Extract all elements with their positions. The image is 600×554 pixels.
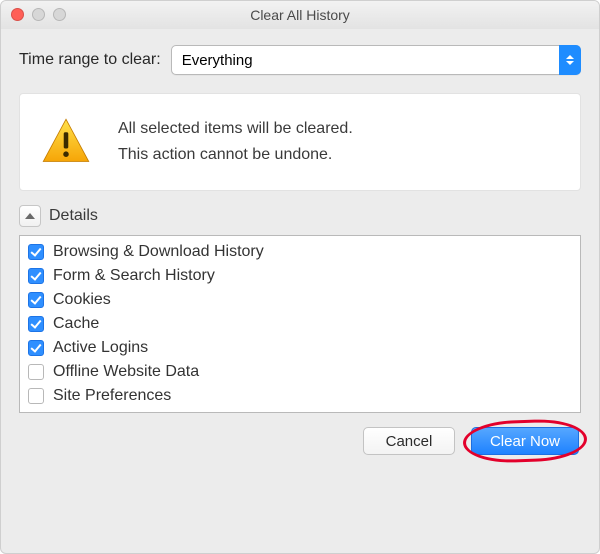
close-icon[interactable] [11,8,24,21]
select-stepper-icon[interactable] [559,45,581,75]
maximize-icon[interactable] [53,8,66,21]
checkbox[interactable] [28,292,44,308]
list-item: Browsing & Download History [28,240,572,264]
chevron-down-icon [566,61,574,65]
warning-panel: All selected items will be cleared. This… [19,93,581,191]
warning-text: All selected items will be cleared. This… [118,116,353,167]
time-range-label: Time range to clear: [19,51,161,69]
time-range-select[interactable]: Everything [171,45,581,75]
details-toggle[interactable] [19,205,41,227]
list-item-label: Form & Search History [53,267,215,285]
list-item: Cookies [28,288,572,312]
list-item: Active Logins [28,336,572,360]
list-item: Offline Website Data [28,360,572,384]
list-item-label: Cache [53,315,99,333]
time-range-value[interactable]: Everything [171,45,581,75]
checkbox[interactable] [28,340,44,356]
clear-now-button[interactable]: Clear Now [471,427,579,455]
list-item: Form & Search History [28,264,572,288]
list-item: Cache [28,312,572,336]
details-header: Details [19,205,581,227]
cancel-button[interactable]: Cancel [363,427,455,455]
window-title: Clear All History [1,1,599,29]
window-controls [11,8,66,21]
warning-icon [40,116,92,168]
list-item-label: Active Logins [53,339,148,357]
checkbox[interactable] [28,388,44,404]
list-item: Site Preferences [28,384,572,408]
chevron-up-icon [25,213,35,219]
warning-line-1: All selected items will be cleared. [118,116,353,142]
list-item-label: Cookies [53,291,111,309]
dialog-buttons: Cancel Clear Now [19,425,581,455]
list-item-label: Site Preferences [53,387,171,405]
dialog-content: Time range to clear: Everything [1,29,599,469]
list-item-label: Browsing & Download History [53,243,264,261]
list-item-label: Offline Website Data [53,363,199,381]
chevron-up-icon [566,55,574,59]
checkbox[interactable] [28,364,44,380]
details-label: Details [49,207,98,225]
details-list: Browsing & Download History Form & Search… [19,235,581,413]
warning-line-2: This action cannot be undone. [118,142,353,168]
titlebar: Clear All History [1,1,599,29]
clear-now-highlight: Clear Now [471,427,579,455]
checkbox[interactable] [28,316,44,332]
checkbox[interactable] [28,268,44,284]
minimize-icon[interactable] [32,8,45,21]
dialog-window: Clear All History Time range to clear: E… [0,0,600,554]
time-range-row: Time range to clear: Everything [19,45,581,75]
checkbox[interactable] [28,244,44,260]
